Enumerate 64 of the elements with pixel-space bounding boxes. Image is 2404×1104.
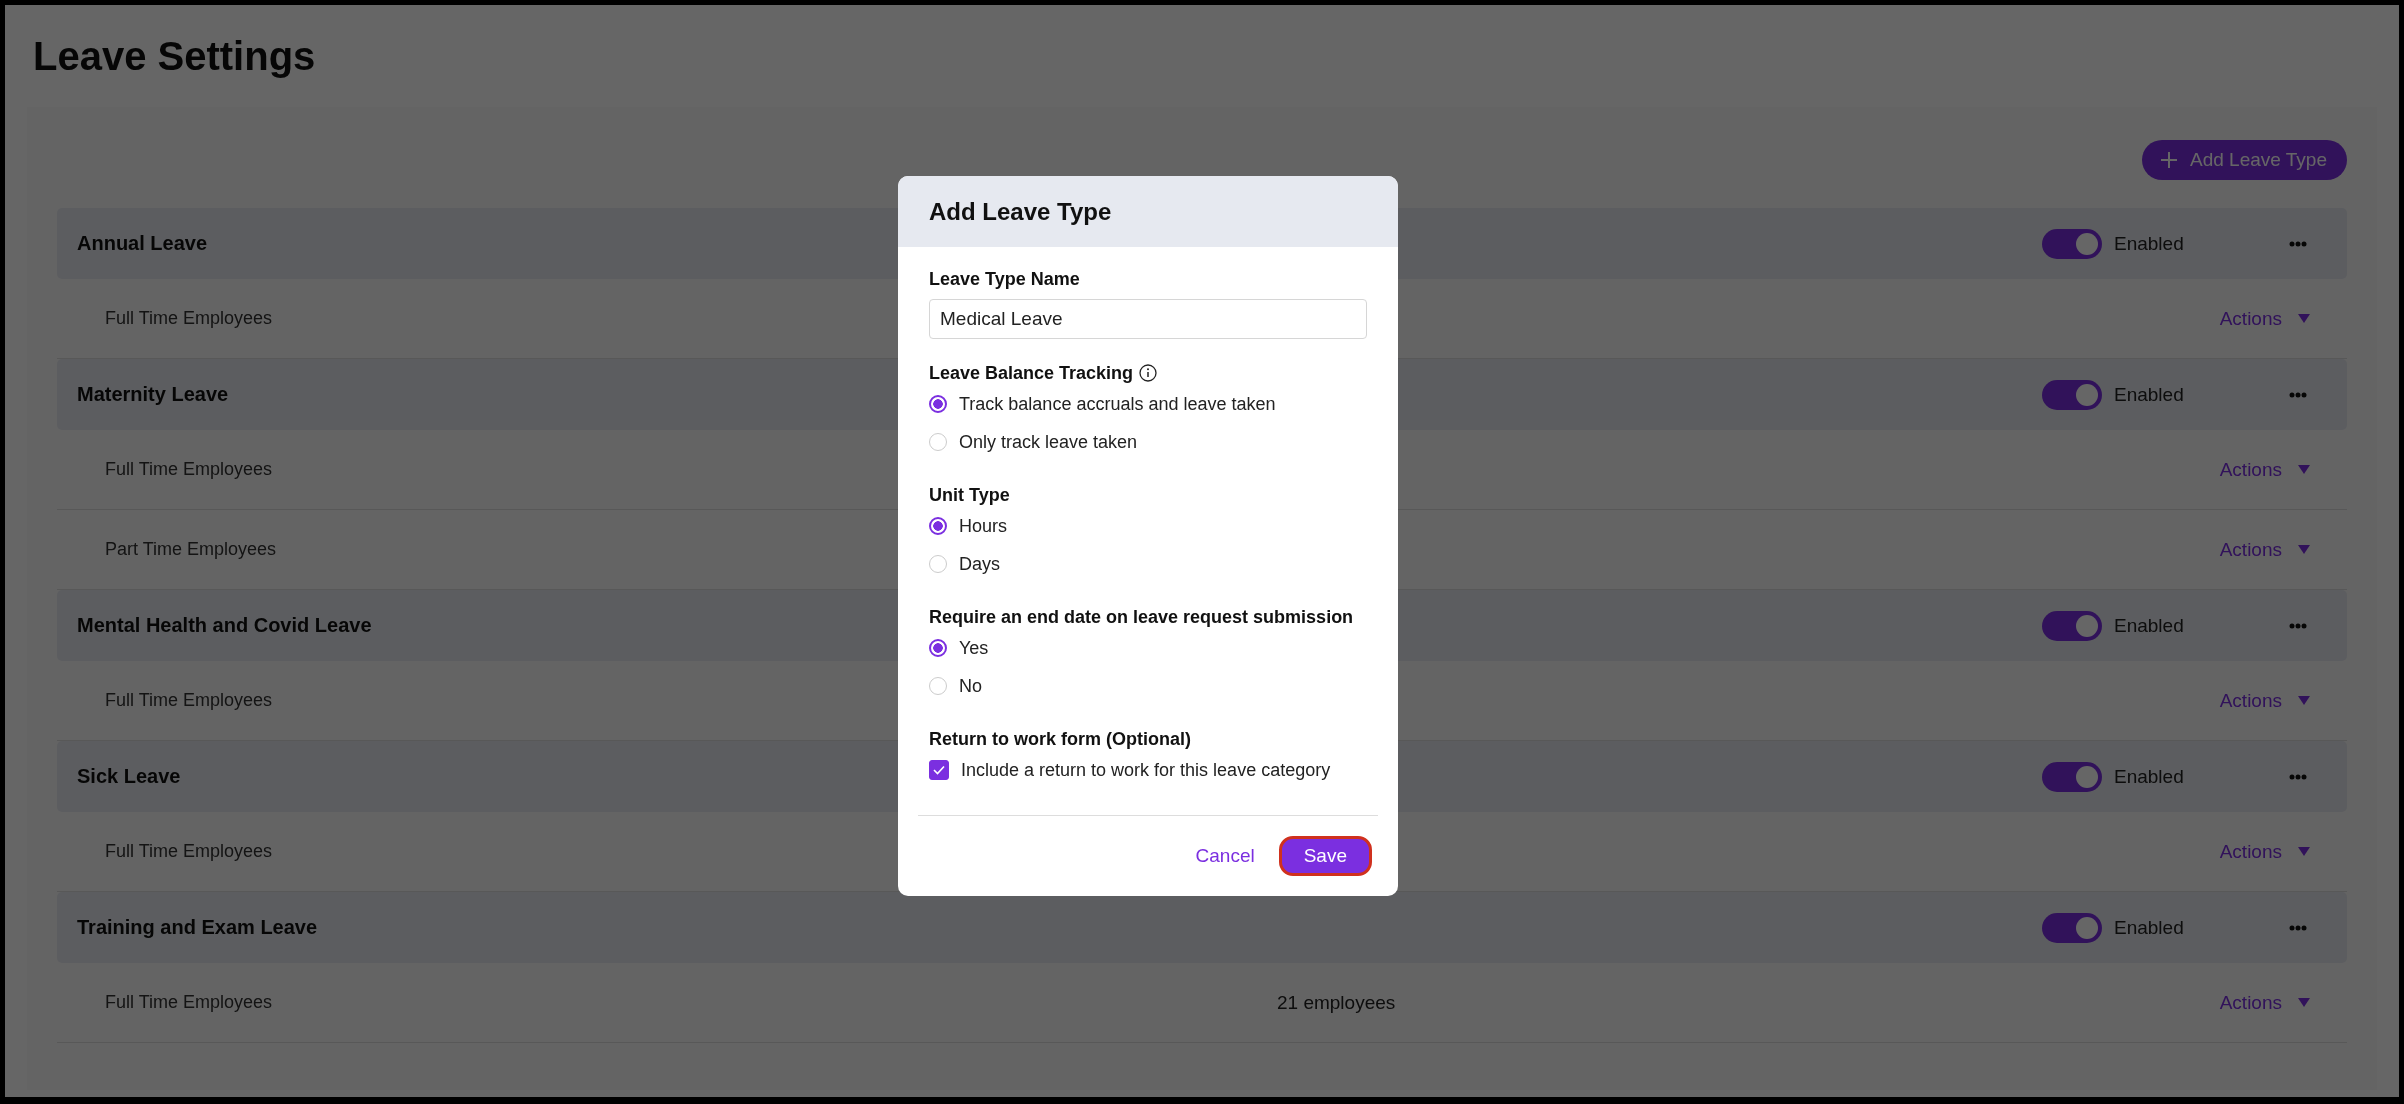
more-icon[interactable] <box>2289 391 2307 398</box>
dialog-title: Add Leave Type <box>929 197 1112 226</box>
checkbox[interactable] <box>929 760 949 780</box>
leave-type-name-field[interactable]: Medical Leave <box>929 299 1367 339</box>
section-label: Unit Type <box>929 484 1010 507</box>
employee-count: 21 employees <box>1277 991 1396 1014</box>
caret-icon <box>2298 464 2310 475</box>
more-icon[interactable] <box>2289 240 2307 247</box>
caret-icon <box>2298 846 2310 857</box>
toggle-switch[interactable] <box>2042 228 2102 259</box>
status-label: Enabled <box>2114 614 2185 637</box>
employee-group: Full Time Employees <box>105 459 273 480</box>
actions-dropdown[interactable]: Actions <box>2219 991 2310 1014</box>
employee-group: Full Time Employees <box>105 690 273 711</box>
section-label: Return to work form (Optional) <box>929 728 1191 751</box>
caret-icon <box>2298 695 2310 706</box>
employee-group: Full Time Employees <box>105 992 273 1013</box>
actions-dropdown[interactable]: Actions <box>2219 840 2310 863</box>
employee-group: Full Time Employees <box>105 841 273 862</box>
more-icon[interactable] <box>2289 622 2307 629</box>
cancel-button[interactable]: Cancel <box>1189 844 1261 868</box>
field-label: Leave Type Name <box>929 268 1081 291</box>
leave-type-name: Annual Leave <box>77 232 208 255</box>
toggle-switch[interactable] <box>2042 379 2102 410</box>
add-leave-type-button[interactable]: Add Leave Type <box>2142 140 2347 180</box>
leave-type-name: Maternity Leave <box>77 383 229 406</box>
section-label: Require an end date on leave request submission <box>929 606 1354 629</box>
toggle-switch[interactable] <box>2042 610 2102 641</box>
leave-type-name: Training and Exam Leave <box>77 916 318 939</box>
checkmark-icon <box>933 765 945 775</box>
option-label: Days <box>959 553 1000 575</box>
option-label: Include a return to work for this leave category <box>961 759 1331 781</box>
actions-dropdown[interactable]: Actions <box>2219 689 2310 712</box>
plus-icon <box>2160 151 2178 169</box>
toggle-switch[interactable] <box>2042 761 2102 792</box>
employee-group: Full Time Employees <box>105 308 273 329</box>
page-title: Leave Settings <box>33 33 317 80</box>
caret-icon <box>2298 997 2310 1008</box>
employee-group: Part Time Employees <box>105 539 277 560</box>
status-label: Enabled <box>2114 765 2185 788</box>
radio-button[interactable] <box>929 395 947 413</box>
option-label: No <box>959 675 982 697</box>
actions-dropdown[interactable]: Actions <box>2219 538 2310 561</box>
actions-dropdown[interactable]: Actions <box>2219 307 2310 330</box>
caret-icon <box>2298 313 2310 324</box>
section-label: Leave Balance Tracking <box>929 362 1134 385</box>
actions-dropdown[interactable]: Actions <box>2219 458 2310 481</box>
radio-button[interactable] <box>929 517 947 535</box>
toggle-switch[interactable] <box>2042 912 2102 943</box>
leave-type-name: Mental Health and Covid Leave <box>77 614 372 637</box>
option-label: Yes <box>959 637 989 659</box>
option-label: Track balance accruals and leave taken <box>959 393 1276 415</box>
status-label: Enabled <box>2114 232 2185 255</box>
caret-icon <box>2298 544 2310 555</box>
more-icon[interactable] <box>2289 924 2307 931</box>
status-label: Enabled <box>2114 916 2185 939</box>
more-icon[interactable] <box>2289 773 2307 780</box>
option-label: Only track leave taken <box>959 431 1138 453</box>
save-button[interactable]: Save <box>1278 836 1372 876</box>
status-label: Enabled <box>2114 383 2185 406</box>
info-icon <box>1139 364 1158 382</box>
leave-type-name: Sick Leave <box>77 765 181 788</box>
radio-button[interactable] <box>929 639 947 657</box>
option-label: Hours <box>959 515 1007 537</box>
